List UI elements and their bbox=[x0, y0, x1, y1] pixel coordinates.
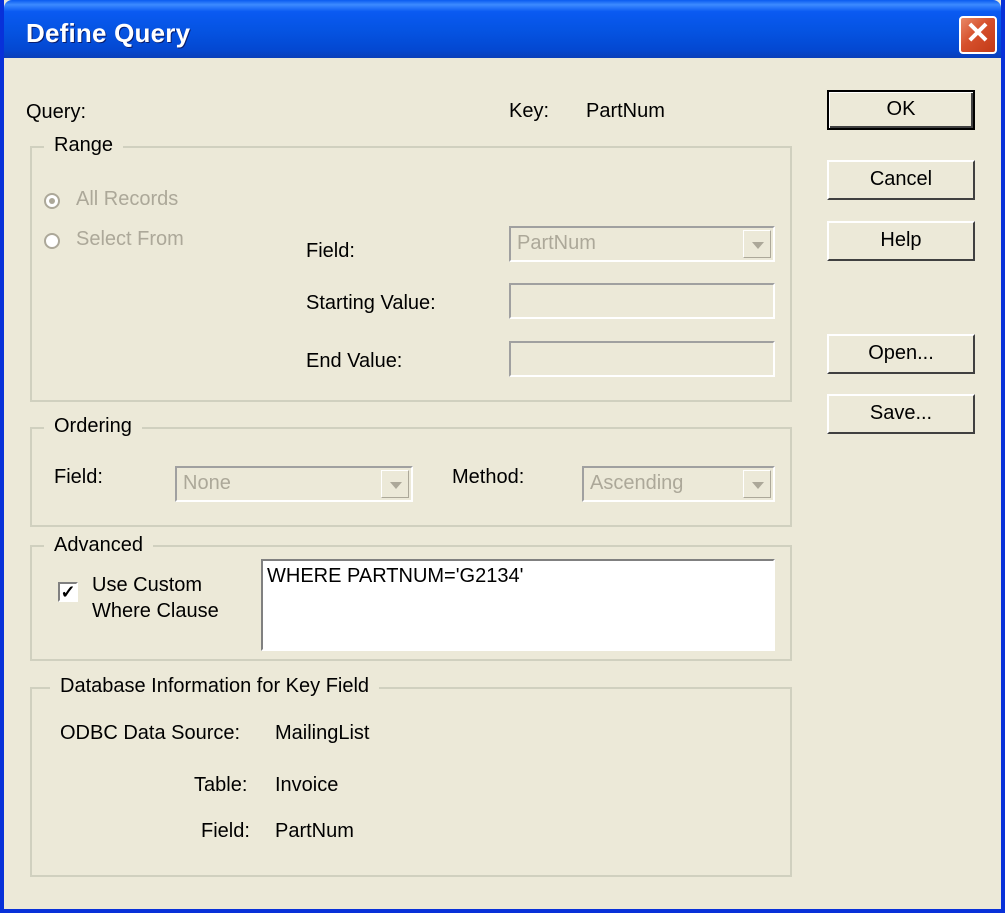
save-button[interactable]: Save... bbox=[827, 394, 975, 434]
chevron-down-icon[interactable] bbox=[381, 470, 409, 498]
ordering-field-combo[interactable]: None bbox=[175, 466, 413, 502]
database-info-group-title: Database Information for Key Field bbox=[50, 675, 380, 698]
cancel-button[interactable]: Cancel bbox=[827, 160, 975, 200]
ordering-group-title: Ordering bbox=[44, 415, 142, 438]
ordering-field-label: Field: bbox=[54, 466, 103, 488]
db-field-value: PartNum bbox=[275, 820, 354, 842]
range-field-value: PartNum bbox=[517, 232, 596, 254]
starting-value-input[interactable] bbox=[509, 283, 775, 319]
select-from-radio[interactable] bbox=[44, 233, 60, 249]
ok-button[interactable]: OK bbox=[827, 90, 975, 130]
table-value: Invoice bbox=[275, 774, 339, 796]
starting-value-label: Starting Value: bbox=[306, 292, 436, 314]
database-info-group bbox=[30, 687, 792, 877]
chevron-down-icon[interactable] bbox=[743, 230, 771, 258]
ordering-field-value: None bbox=[183, 472, 231, 494]
select-from-label: Select From bbox=[76, 228, 184, 250]
define-query-dialog: Define Query ✕ Query: Key: PartNum OK Ca… bbox=[0, 0, 1005, 913]
range-group-title: Range bbox=[44, 134, 123, 157]
all-records-radio[interactable] bbox=[44, 193, 60, 209]
db-field-label: Field: bbox=[201, 820, 250, 842]
chevron-down-icon[interactable] bbox=[743, 470, 771, 498]
end-value-input[interactable] bbox=[509, 341, 775, 377]
advanced-group-title: Advanced bbox=[44, 534, 153, 557]
ordering-method-combo[interactable]: Ascending bbox=[582, 466, 775, 502]
title-bar[interactable]: Define Query ✕ bbox=[4, 0, 1001, 58]
close-icon[interactable]: ✕ bbox=[959, 16, 997, 54]
open-button[interactable]: Open... bbox=[827, 334, 975, 374]
query-label: Query: bbox=[26, 101, 87, 123]
all-records-label: All Records bbox=[76, 188, 179, 210]
dialog-title: Define Query bbox=[26, 18, 191, 48]
odbc-source-label: ODBC Data Source: bbox=[60, 722, 241, 744]
where-clause-textarea[interactable]: WHERE PARTNUM='G2134' bbox=[261, 559, 775, 651]
use-custom-label-line1: Use Custom bbox=[92, 574, 203, 596]
help-button[interactable]: Help bbox=[827, 221, 975, 261]
range-field-label: Field: bbox=[306, 240, 355, 262]
odbc-source-value: MailingList bbox=[275, 722, 370, 744]
ordering-method-label: Method: bbox=[452, 466, 525, 488]
use-custom-where-checkbox[interactable]: ✓ bbox=[58, 582, 78, 602]
range-field-combo[interactable]: PartNum bbox=[509, 226, 775, 262]
use-custom-label-line2: Where Clause bbox=[92, 600, 219, 622]
key-value: PartNum bbox=[586, 100, 665, 122]
ordering-method-value: Ascending bbox=[590, 472, 684, 494]
table-label: Table: bbox=[194, 774, 248, 796]
end-value-label: End Value: bbox=[306, 350, 403, 372]
key-label: Key: bbox=[509, 100, 550, 122]
